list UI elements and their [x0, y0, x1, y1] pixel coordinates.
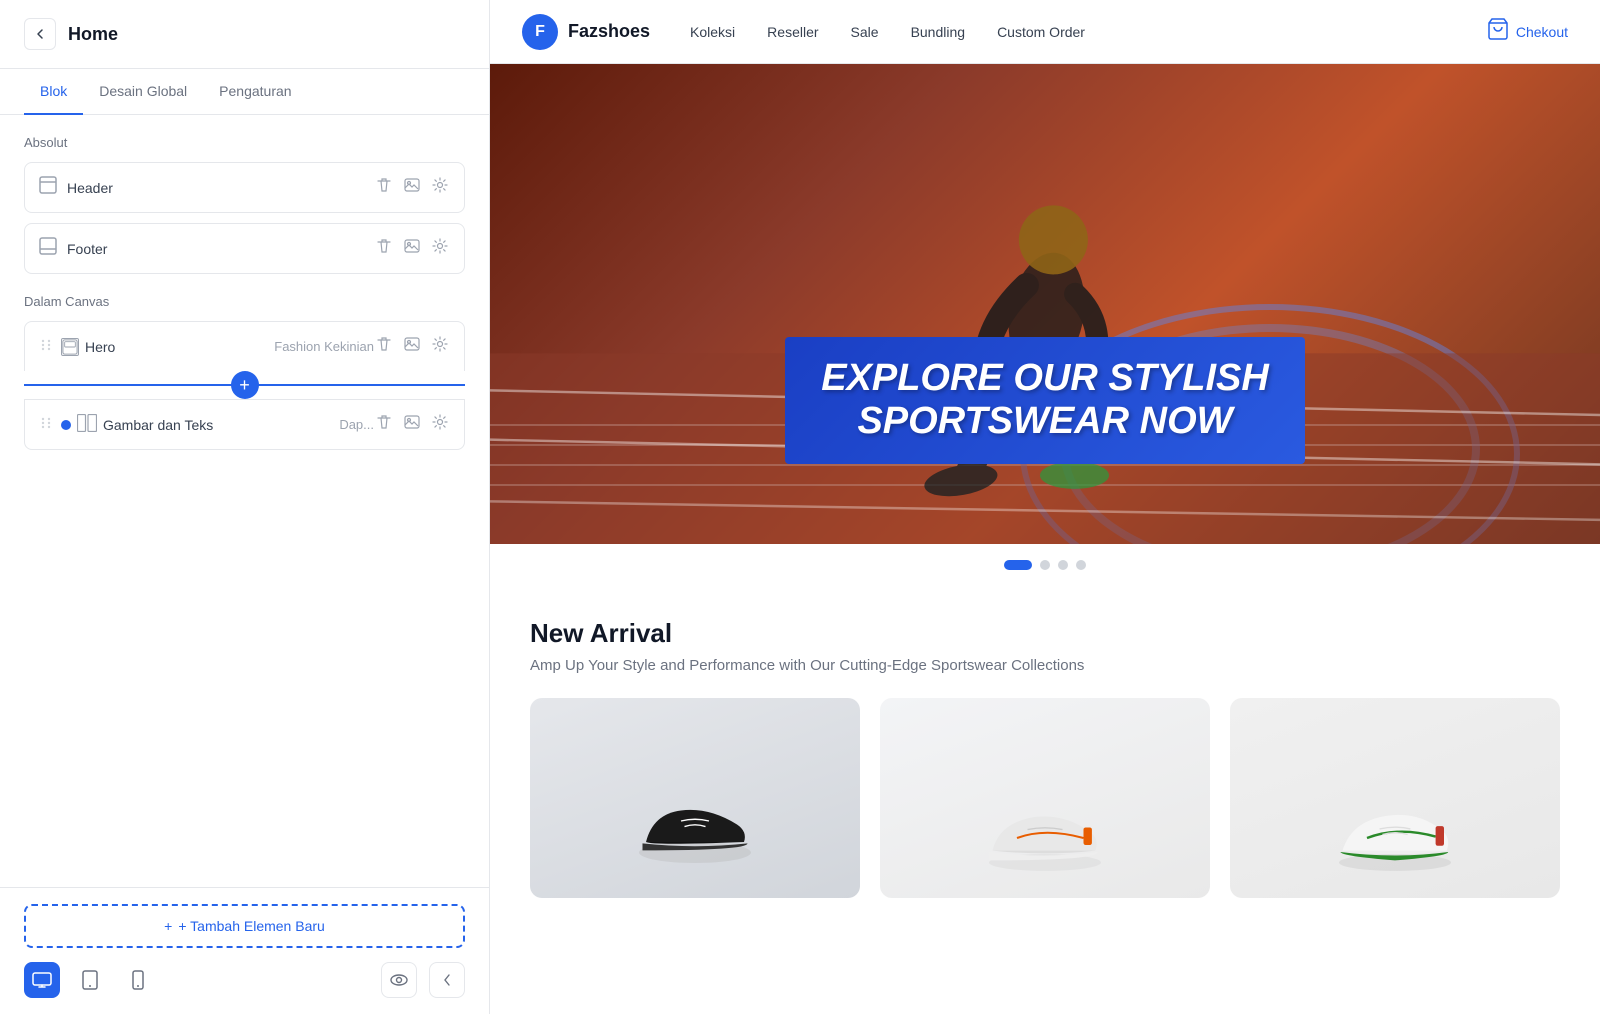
preview-navbar: F Fazshoes Koleksi Reseller Sale Bundlin… — [490, 0, 1600, 64]
collapse-button[interactable] — [429, 962, 465, 998]
footer-block-actions — [374, 236, 450, 261]
nav-sale[interactable]: Sale — [851, 24, 879, 40]
dalam-canvas-label: Dalam Canvas — [24, 294, 465, 309]
tab-blok[interactable]: Blok — [24, 69, 83, 115]
brand-name: Fazshoes — [568, 21, 650, 42]
panel-bottom: + + Tambah Elemen Baru — [0, 887, 489, 1014]
gambar-image-icon[interactable] — [402, 412, 422, 437]
brand: F Fazshoes — [522, 14, 650, 50]
shoe-svg-2 — [975, 778, 1115, 898]
panel-tabs: Blok Desain Global Pengaturan — [0, 69, 489, 115]
right-panel: F Fazshoes Koleksi Reseller Sale Bundlin… — [490, 0, 1600, 1014]
header-block-icon — [39, 176, 57, 199]
header-settings-icon[interactable] — [430, 175, 450, 200]
panel-header: Home — [0, 0, 489, 69]
hero-layout-icon — [61, 338, 79, 356]
gambar-canvas-item[interactable]: Gambar dan Teks Dap... — [24, 399, 465, 450]
left-panel: Home Blok Desain Global Pengaturan Absol… — [0, 0, 490, 1014]
section-title: New Arrival — [530, 618, 1560, 649]
nav-custom-order[interactable]: Custom Order — [997, 24, 1085, 40]
gambar-settings-icon[interactable] — [430, 412, 450, 437]
nav-links: Koleksi Reseller Sale Bundling Custom Or… — [690, 24, 1446, 40]
section-description: Amp Up Your Style and Performance with O… — [530, 657, 1560, 674]
dalam-canvas-section: Dalam Canvas Hero Fashion Kekinian — [24, 294, 465, 450]
nav-bundling[interactable]: Bundling — [911, 24, 966, 40]
add-block-button[interactable]: + — [231, 371, 259, 399]
hero-dot-3[interactable] — [1058, 560, 1068, 570]
header-image-icon[interactable] — [402, 175, 422, 200]
desktop-button[interactable] — [24, 962, 60, 998]
hero-dot-2[interactable] — [1040, 560, 1050, 570]
tab-pengaturan[interactable]: Pengaturan — [203, 69, 307, 115]
preview-button[interactable] — [381, 962, 417, 998]
footer-image-icon[interactable] — [402, 236, 422, 261]
back-button[interactable] — [24, 18, 56, 50]
tablet-button[interactable] — [72, 962, 108, 998]
hero-canvas-name: Hero — [85, 339, 270, 355]
hero-canvas-actions — [374, 334, 450, 359]
brand-logo: F — [522, 14, 558, 50]
tab-desain-global[interactable]: Desain Global — [83, 69, 203, 115]
hero-delete-icon[interactable] — [374, 334, 394, 359]
plus-icon: + — [164, 918, 172, 934]
add-element-label: + Tambah Elemen Baru — [178, 918, 324, 934]
hero-section: EXPLORE OUR STYLISH SPORTSWEAR NOW — [490, 64, 1600, 544]
nav-koleksi[interactable]: Koleksi — [690, 24, 735, 40]
footer-block[interactable]: Footer — [24, 223, 465, 274]
add-separator[interactable]: + — [24, 371, 465, 399]
footer-settings-icon[interactable] — [430, 236, 450, 261]
product-card-2[interactable] — [880, 698, 1210, 898]
hero-title: EXPLORE OUR STYLISH SPORTSWEAR NOW — [821, 357, 1269, 444]
hero-image-icon[interactable] — [402, 334, 422, 359]
preview-content: EXPLORE OUR STYLISH SPORTSWEAR NOW New A… — [490, 64, 1600, 1014]
panel-title: Home — [68, 24, 118, 45]
nav-reseller[interactable]: Reseller — [767, 24, 818, 40]
device-bar — [24, 962, 465, 998]
product-card-1[interactable] — [530, 698, 860, 898]
product-grid — [530, 698, 1560, 898]
new-arrival-section: New Arrival Amp Up Your Style and Perfor… — [490, 586, 1600, 930]
mobile-button[interactable] — [120, 962, 156, 998]
footer-block-icon — [39, 237, 57, 260]
hero-athlete-svg — [490, 64, 1600, 544]
hero-dots — [490, 544, 1600, 586]
gambar-drag-handle — [39, 416, 53, 433]
absolut-label: Absolut — [24, 135, 465, 150]
checkout-label: Chekout — [1516, 24, 1568, 40]
cart-icon — [1486, 17, 1510, 47]
gambar-canvas-name: Gambar dan Teks — [103, 417, 335, 433]
header-delete-icon[interactable] — [374, 175, 394, 200]
footer-block-name: Footer — [67, 241, 374, 257]
hero-canvas-item[interactable]: Hero Fashion Kekinian — [24, 321, 465, 371]
hero-drag-handle — [39, 338, 53, 355]
gambar-delete-icon[interactable] — [374, 412, 394, 437]
shoe-svg-3 — [1325, 778, 1465, 898]
header-block[interactable]: Header — [24, 162, 465, 213]
hero-dot-1[interactable] — [1004, 560, 1032, 570]
add-element-button[interactable]: + + Tambah Elemen Baru — [24, 904, 465, 948]
panel-content: Absolut Header — [0, 115, 489, 887]
shoe-svg-1 — [625, 768, 765, 888]
header-block-actions — [374, 175, 450, 200]
active-indicator — [61, 420, 71, 430]
hero-canvas-subtitle: Fashion Kekinian — [274, 339, 374, 354]
hero-settings-icon[interactable] — [430, 334, 450, 359]
footer-delete-icon[interactable] — [374, 236, 394, 261]
header-block-name: Header — [67, 180, 374, 196]
hero-dot-4[interactable] — [1076, 560, 1086, 570]
gambar-canvas-subtitle: Dap... — [339, 417, 374, 432]
hero-text-box: EXPLORE OUR STYLISH SPORTSWEAR NOW — [785, 337, 1305, 464]
gambar-layout-icon — [77, 414, 97, 435]
checkout-button[interactable]: Chekout — [1486, 17, 1568, 47]
product-card-3[interactable] — [1230, 698, 1560, 898]
gambar-canvas-actions — [374, 412, 450, 437]
